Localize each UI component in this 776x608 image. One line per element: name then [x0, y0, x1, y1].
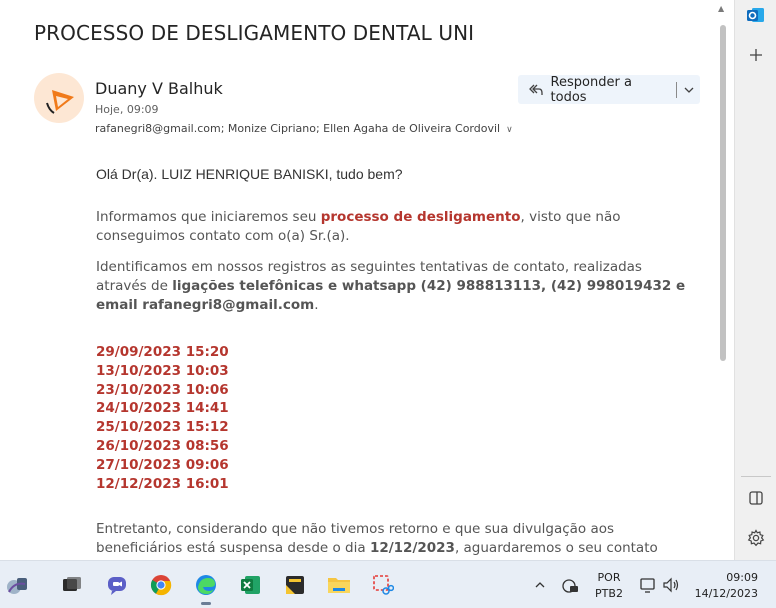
reading-pane-scrollbar[interactable]: ▲	[716, 0, 730, 560]
add-app-icon[interactable]	[743, 42, 769, 68]
reply-all-icon	[522, 82, 551, 98]
file-explorer-icon[interactable]	[325, 571, 353, 599]
chrome-icon[interactable]	[147, 571, 175, 599]
paragraph-2: Identificamos em nossos registros as seg…	[96, 258, 696, 315]
p1-text: Informamos que iniciaremos seu	[96, 209, 321, 225]
avatar[interactable]	[34, 73, 84, 123]
recipients-line[interactable]: rafanegri8@gmail.com; Monize Cipriano; E…	[95, 122, 513, 135]
p1-highlight: processo de desligamento	[320, 209, 521, 225]
email-body: Olá Dr(a). LUIZ HENRIQUE BANISKI, tudo b…	[96, 165, 696, 560]
reply-all-label: Responder a todos	[550, 74, 632, 105]
clock-time: 09:09	[726, 571, 758, 584]
widgets-icon[interactable]	[4, 571, 32, 599]
p2-text-end: .	[314, 297, 319, 313]
list-item: 13/10/2023 10:03	[96, 362, 229, 379]
volume-icon[interactable]	[657, 571, 685, 599]
outlook-icon[interactable]	[743, 2, 769, 28]
taskbar: POR PTB2 09:09 14/12/2023	[0, 560, 776, 608]
scroll-up-icon[interactable]: ▲	[718, 4, 724, 13]
gear-icon[interactable]	[743, 525, 769, 551]
clock-date: 14/12/2023	[694, 587, 758, 600]
keyboard-layout: PTB2	[595, 587, 623, 600]
expand-recipients-icon[interactable]: ∨	[506, 125, 513, 135]
list-item: 25/10/2023 15:12	[96, 419, 229, 436]
paragraph-1: Informamos que iniciaremos seu processo …	[96, 208, 696, 246]
email-subject: PROCESSO DE DESLIGAMENTO DENTAL UNI	[34, 21, 475, 45]
side-panel-icon[interactable]	[743, 485, 769, 511]
clock[interactable]: 09:09 14/12/2023	[688, 570, 758, 602]
reading-pane: PROCESSO DE DESLIGAMENTO DENTAL UNI Duan…	[0, 0, 734, 560]
task-view-icon[interactable]	[58, 571, 86, 599]
language-indicator[interactable]: POR PTB2	[594, 570, 624, 602]
network-icon[interactable]	[556, 571, 584, 599]
contact-attempts-list: 29/09/2023 15:20 13/10/2023 10:03 23/10/…	[96, 343, 696, 493]
scroll-thumb[interactable]	[720, 25, 726, 361]
p2-contacts: ligações telefônicas e whatsapp (42) 988…	[96, 278, 686, 313]
list-item: 29/09/2023 15:20	[96, 344, 229, 360]
list-item: 23/10/2023 10:06	[96, 381, 229, 398]
email-date: Hoje, 09:09	[95, 103, 159, 116]
p3-date: 12/12/2023	[369, 540, 455, 557]
list-item: 27/10/2023 09:06	[96, 456, 229, 473]
recipients-text: rafanegri8@gmail.com; Monize Cipriano; E…	[95, 122, 501, 135]
outlook-window: PROCESSO DE DESLIGAMENTO DENTAL UNI Duan…	[0, 0, 776, 608]
excel-icon[interactable]	[237, 571, 265, 599]
list-item: 24/10/2023 14:41	[96, 400, 229, 417]
sender-name[interactable]: Duany V Balhuk	[95, 79, 223, 98]
edge-icon[interactable]	[192, 571, 220, 605]
rail-divider	[741, 476, 771, 477]
snipping-tool-icon[interactable]	[369, 571, 397, 599]
chevron-down-icon[interactable]	[677, 85, 700, 95]
list-item: 26/10/2023 08:56	[96, 437, 229, 454]
language-code: POR	[597, 571, 621, 584]
list-item: 12/12/2023 16:01	[96, 475, 229, 492]
show-hidden-icons-icon[interactable]	[526, 571, 554, 599]
paragraph-3: Entretanto, considerando que não tivemos…	[96, 520, 696, 560]
teams-chat-icon[interactable]	[103, 571, 131, 599]
right-rail	[734, 0, 776, 560]
greeting: Olá Dr(a). LUIZ HENRIQUE BANISKI, tudo b…	[96, 166, 403, 182]
reply-all-button[interactable]: Responder a todos	[518, 74, 700, 105]
sticky-notes-icon[interactable]	[281, 571, 309, 599]
